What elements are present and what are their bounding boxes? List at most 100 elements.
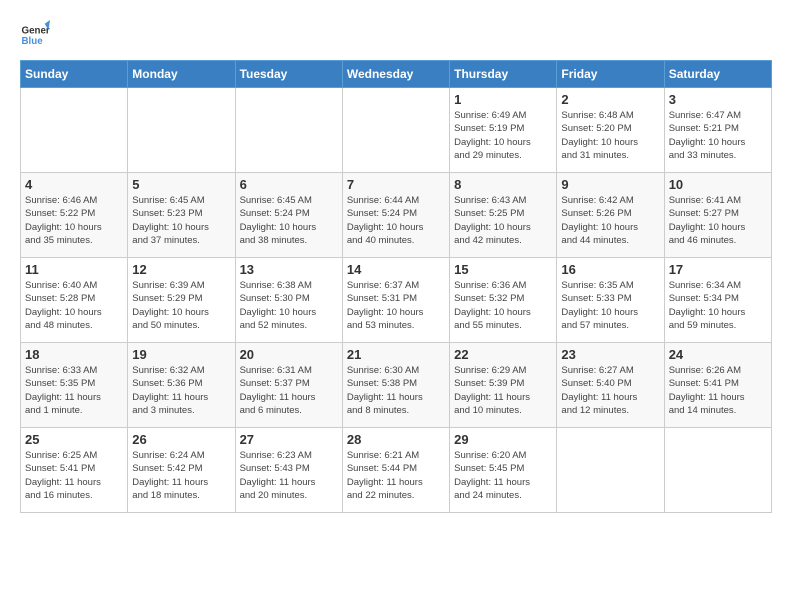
logo: GeneralBlue [20,20,50,50]
day-number: 6 [240,177,338,192]
day-number: 20 [240,347,338,362]
day-number: 27 [240,432,338,447]
calendar-week-row: 4 Sunrise: 6:46 AM Sunset: 5:22 PM Daylig… [21,173,772,258]
calendar-cell: 8 Sunrise: 6:43 AM Sunset: 5:25 PM Daylig… [450,173,557,258]
weekday-header: Tuesday [235,61,342,88]
day-info: Sunrise: 6:43 AM Sunset: 5:25 PM Dayligh… [454,194,552,247]
weekday-header: Saturday [664,61,771,88]
svg-text:General: General [22,26,51,37]
calendar-header: SundayMondayTuesdayWednesdayThursdayFrid… [21,61,772,88]
day-info: Sunrise: 6:32 AM Sunset: 5:36 PM Dayligh… [132,364,230,417]
day-info: Sunrise: 6:25 AM Sunset: 5:41 PM Dayligh… [25,449,123,502]
day-info: Sunrise: 6:27 AM Sunset: 5:40 PM Dayligh… [561,364,659,417]
calendar-cell: 3 Sunrise: 6:47 AM Sunset: 5:21 PM Daylig… [664,88,771,173]
day-number: 11 [25,262,123,277]
calendar-cell: 13 Sunrise: 6:38 AM Sunset: 5:30 PM Dayli… [235,258,342,343]
day-number: 28 [347,432,445,447]
day-info: Sunrise: 6:45 AM Sunset: 5:24 PM Dayligh… [240,194,338,247]
calendar-body: 1Sunrise: 6:49 AM Sunset: 5:19 PM Daylig… [21,88,772,513]
day-number: 13 [240,262,338,277]
day-info: Sunrise: 6:30 AM Sunset: 5:38 PM Dayligh… [347,364,445,417]
day-info: Sunrise: 6:41 AM Sunset: 5:27 PM Dayligh… [669,194,767,247]
day-info: Sunrise: 6:29 AM Sunset: 5:39 PM Dayligh… [454,364,552,417]
calendar-cell: 1Sunrise: 6:49 AM Sunset: 5:19 PM Daylig… [450,88,557,173]
weekday-header: Friday [557,61,664,88]
calendar-cell: 2Sunrise: 6:48 AM Sunset: 5:20 PM Daylig… [557,88,664,173]
weekday-header: Wednesday [342,61,449,88]
calendar-cell: 15 Sunrise: 6:36 AM Sunset: 5:32 PM Dayli… [450,258,557,343]
calendar-cell [128,88,235,173]
calendar-cell: 26 Sunrise: 6:24 AM Sunset: 5:42 PM Dayli… [128,428,235,513]
calendar-cell [342,88,449,173]
day-number: 14 [347,262,445,277]
day-number: 23 [561,347,659,362]
day-info: Sunrise: 6:40 AM Sunset: 5:28 PM Dayligh… [25,279,123,332]
logo-icon: GeneralBlue [20,20,50,50]
day-number: 29 [454,432,552,447]
day-number: 17 [669,262,767,277]
day-info: Sunrise: 6:47 AM Sunset: 5:21 PM Dayligh… [669,109,767,162]
day-number: 16 [561,262,659,277]
calendar-cell: 19Sunrise: 6:32 AM Sunset: 5:36 PM Dayli… [128,343,235,428]
day-number: 5 [132,177,230,192]
day-info: Sunrise: 6:36 AM Sunset: 5:32 PM Dayligh… [454,279,552,332]
weekday-row: SundayMondayTuesdayWednesdayThursdayFrid… [21,61,772,88]
weekday-header: Thursday [450,61,557,88]
calendar-cell: 12 Sunrise: 6:39 AM Sunset: 5:29 PM Dayli… [128,258,235,343]
day-number: 8 [454,177,552,192]
calendar-cell: 21 Sunrise: 6:30 AM Sunset: 5:38 PM Dayli… [342,343,449,428]
day-info: Sunrise: 6:23 AM Sunset: 5:43 PM Dayligh… [240,449,338,502]
calendar-cell: 11 Sunrise: 6:40 AM Sunset: 5:28 PM Dayli… [21,258,128,343]
calendar-cell: 4 Sunrise: 6:46 AM Sunset: 5:22 PM Daylig… [21,173,128,258]
calendar-week-row: 25 Sunrise: 6:25 AM Sunset: 5:41 PM Dayli… [21,428,772,513]
calendar-table: SundayMondayTuesdayWednesdayThursdayFrid… [20,60,772,513]
day-number: 7 [347,177,445,192]
day-number: 26 [132,432,230,447]
day-number: 9 [561,177,659,192]
day-info: Sunrise: 6:42 AM Sunset: 5:26 PM Dayligh… [561,194,659,247]
day-info: Sunrise: 6:46 AM Sunset: 5:22 PM Dayligh… [25,194,123,247]
calendar-cell: 7 Sunrise: 6:44 AM Sunset: 5:24 PM Daylig… [342,173,449,258]
calendar-cell [557,428,664,513]
calendar-cell: 10 Sunrise: 6:41 AM Sunset: 5:27 PM Dayli… [664,173,771,258]
day-info: Sunrise: 6:26 AM Sunset: 5:41 PM Dayligh… [669,364,767,417]
calendar-cell: 9 Sunrise: 6:42 AM Sunset: 5:26 PM Daylig… [557,173,664,258]
calendar-cell [664,428,771,513]
day-number: 1 [454,92,552,107]
day-info: Sunrise: 6:33 AM Sunset: 5:35 PM Dayligh… [25,364,123,417]
weekday-header: Monday [128,61,235,88]
calendar-cell: 24 Sunrise: 6:26 AM Sunset: 5:41 PM Dayli… [664,343,771,428]
day-info: Sunrise: 6:38 AM Sunset: 5:30 PM Dayligh… [240,279,338,332]
calendar-week-row: 18 Sunrise: 6:33 AM Sunset: 5:35 PM Dayli… [21,343,772,428]
calendar-cell: 22Sunrise: 6:29 AM Sunset: 5:39 PM Dayli… [450,343,557,428]
weekday-header: Sunday [21,61,128,88]
calendar-cell: 14Sunrise: 6:37 AM Sunset: 5:31 PM Dayli… [342,258,449,343]
day-info: Sunrise: 6:31 AM Sunset: 5:37 PM Dayligh… [240,364,338,417]
day-info: Sunrise: 6:35 AM Sunset: 5:33 PM Dayligh… [561,279,659,332]
calendar-cell [21,88,128,173]
day-number: 15 [454,262,552,277]
day-number: 10 [669,177,767,192]
day-number: 21 [347,347,445,362]
day-info: Sunrise: 6:44 AM Sunset: 5:24 PM Dayligh… [347,194,445,247]
svg-text:Blue: Blue [22,36,44,47]
day-info: Sunrise: 6:34 AM Sunset: 5:34 PM Dayligh… [669,279,767,332]
calendar-cell: 25 Sunrise: 6:25 AM Sunset: 5:41 PM Dayli… [21,428,128,513]
day-info: Sunrise: 6:45 AM Sunset: 5:23 PM Dayligh… [132,194,230,247]
calendar-cell: 18 Sunrise: 6:33 AM Sunset: 5:35 PM Dayli… [21,343,128,428]
day-number: 3 [669,92,767,107]
calendar-week-row: 11 Sunrise: 6:40 AM Sunset: 5:28 PM Dayli… [21,258,772,343]
calendar-cell: 29Sunrise: 6:20 AM Sunset: 5:45 PM Dayli… [450,428,557,513]
day-number: 4 [25,177,123,192]
calendar-cell: 5 Sunrise: 6:45 AM Sunset: 5:23 PM Daylig… [128,173,235,258]
day-number: 18 [25,347,123,362]
day-number: 24 [669,347,767,362]
day-number: 25 [25,432,123,447]
day-info: Sunrise: 6:21 AM Sunset: 5:44 PM Dayligh… [347,449,445,502]
day-info: Sunrise: 6:24 AM Sunset: 5:42 PM Dayligh… [132,449,230,502]
calendar-week-row: 1Sunrise: 6:49 AM Sunset: 5:19 PM Daylig… [21,88,772,173]
calendar-cell [235,88,342,173]
calendar-cell: 27 Sunrise: 6:23 AM Sunset: 5:43 PM Dayli… [235,428,342,513]
day-number: 12 [132,262,230,277]
day-info: Sunrise: 6:39 AM Sunset: 5:29 PM Dayligh… [132,279,230,332]
